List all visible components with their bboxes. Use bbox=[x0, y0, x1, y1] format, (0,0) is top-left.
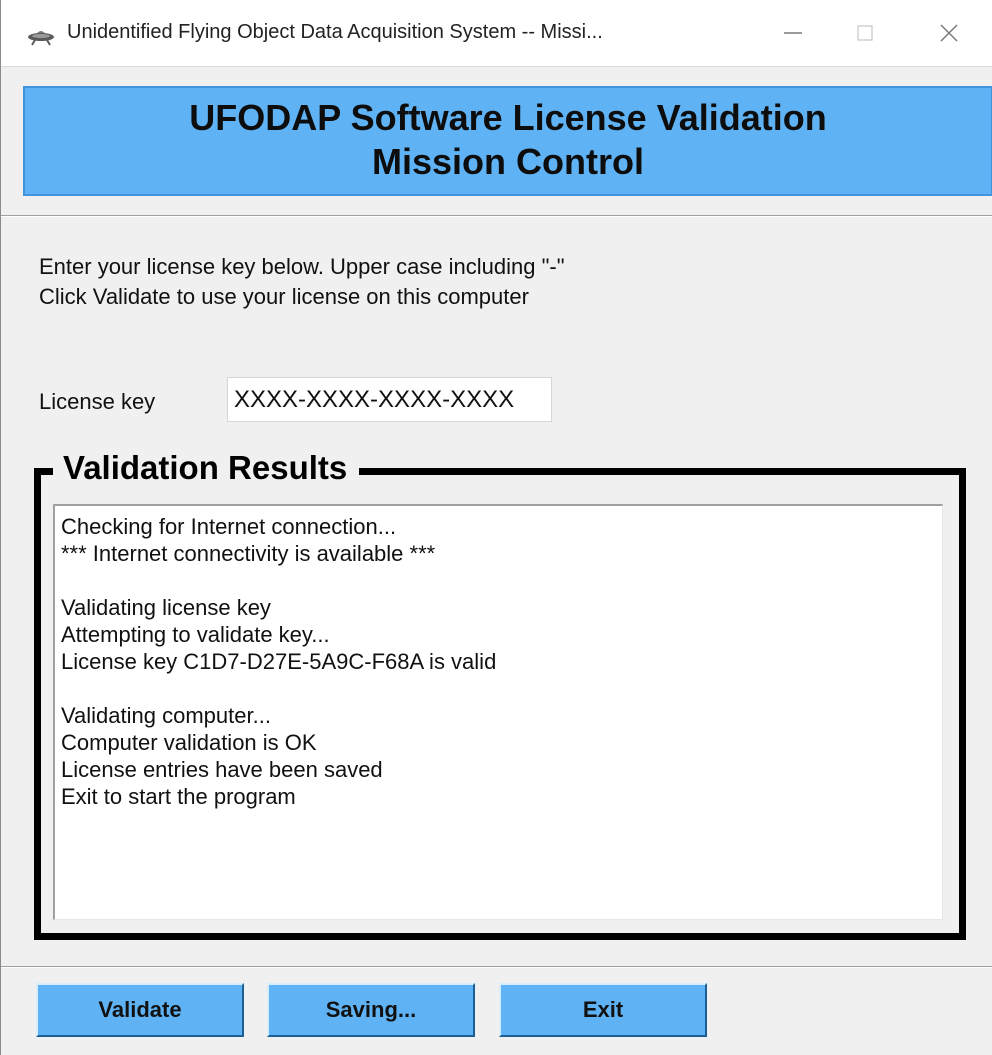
license-key-label: License key bbox=[39, 389, 156, 414]
maximize-icon bbox=[857, 25, 873, 41]
results-line bbox=[61, 675, 936, 702]
divider-bottom bbox=[1, 966, 992, 968]
results-line: Validating computer... bbox=[61, 703, 271, 728]
validation-results-text[interactable]: Checking for Internet connection... *** I… bbox=[53, 504, 943, 920]
results-line bbox=[61, 567, 936, 594]
license-key-input[interactable] bbox=[227, 377, 552, 422]
validate-button[interactable]: Validate bbox=[36, 983, 244, 1037]
results-line: Validating license key bbox=[61, 595, 271, 620]
close-button[interactable] bbox=[913, 0, 985, 66]
license-window: Unidentified Flying Object Data Acquisit… bbox=[0, 0, 992, 1055]
window-title: Unidentified Flying Object Data Acquisit… bbox=[67, 21, 603, 43]
results-line: Attempting to validate key... bbox=[61, 622, 330, 647]
ufo-icon bbox=[27, 24, 55, 46]
title-bar[interactable]: Unidentified Flying Object Data Acquisit… bbox=[1, 0, 992, 67]
results-line: Checking for Internet connection... bbox=[61, 514, 397, 539]
header-title: UFODAP Software License Validation bbox=[189, 97, 827, 138]
results-line: License entries have been saved bbox=[61, 757, 383, 782]
results-line: License key C1D7-D27E-5A9C-F68A is valid bbox=[61, 649, 497, 674]
results-line: Exit to start the program bbox=[61, 784, 296, 809]
header-banner: UFODAP Software License Validation Missi… bbox=[23, 86, 992, 196]
saving-button[interactable]: Saving... bbox=[267, 983, 475, 1037]
results-line: Computer validation is OK bbox=[61, 730, 317, 755]
instruction-line-2: Click Validate to use your license on th… bbox=[39, 284, 529, 309]
exit-button[interactable]: Exit bbox=[499, 983, 707, 1037]
validation-results-title: Validation Results bbox=[53, 446, 360, 490]
close-icon bbox=[940, 24, 958, 42]
divider-top bbox=[1, 215, 992, 217]
instruction-line-1: Enter your license key below. Upper case… bbox=[39, 254, 565, 279]
results-line: *** Internet connectivity is available *… bbox=[61, 541, 436, 566]
minimize-button[interactable] bbox=[757, 0, 829, 66]
minimize-icon bbox=[784, 32, 802, 34]
maximize-button[interactable] bbox=[829, 0, 901, 66]
instructions: Enter your license key below. Upper case… bbox=[39, 252, 565, 312]
header-subtitle: Mission Control bbox=[372, 141, 644, 182]
